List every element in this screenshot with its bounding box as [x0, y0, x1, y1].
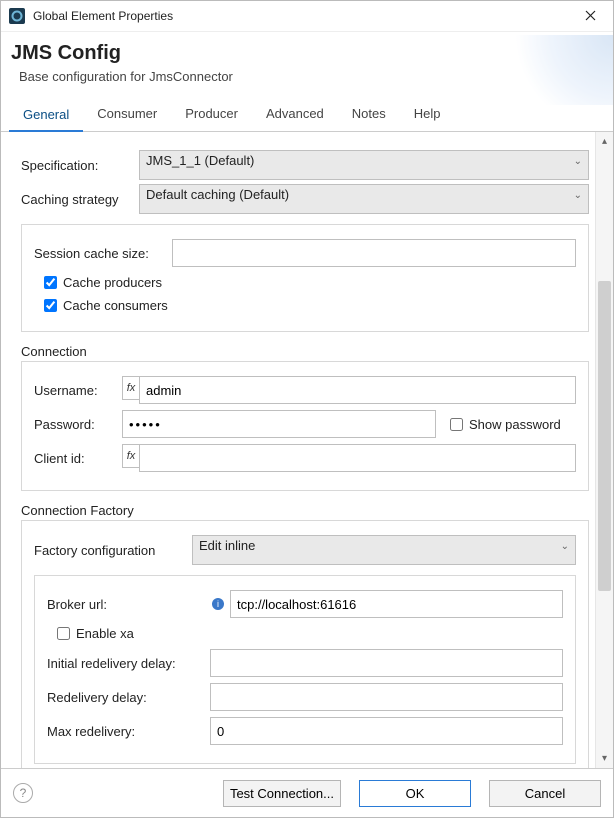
max-redelivery-label: Max redelivery: — [47, 724, 202, 739]
caching-strategy-label: Caching strategy — [21, 192, 131, 207]
session-cache-size-label: Session cache size: — [34, 246, 164, 261]
caching-strategy-select[interactable]: Default caching (Default) ⌄ — [139, 184, 589, 214]
page-title: JMS Config — [11, 42, 603, 65]
password-input[interactable] — [122, 410, 436, 438]
window-title: Global Element Properties — [33, 9, 575, 23]
password-label: Password: — [34, 417, 114, 432]
tab-bar: General Consumer Producer Advanced Notes… — [1, 98, 613, 132]
enable-xa-checkbox[interactable]: Enable xa — [53, 624, 563, 643]
tab-producer[interactable]: Producer — [171, 98, 252, 131]
chevron-down-icon: ⌄ — [574, 190, 582, 201]
broker-url-input[interactable] — [230, 590, 563, 618]
scroll-up-arrow[interactable]: ▴ — [602, 132, 607, 151]
tab-notes[interactable]: Notes — [338, 98, 400, 131]
titlebar: Global Element Properties — [1, 1, 613, 32]
username-label: Username: — [34, 383, 114, 398]
factory-inner-group: Broker url: i Enable xa Initial redelive… — [34, 575, 576, 764]
enable-xa-box[interactable] — [57, 627, 70, 640]
app-icon — [9, 8, 25, 24]
fx-icon[interactable]: fx — [122, 444, 139, 468]
caching-group: Session cache size: Cache producers Cach… — [21, 224, 589, 332]
tab-help[interactable]: Help — [400, 98, 455, 131]
close-icon — [585, 10, 596, 21]
cache-consumers-box[interactable] — [44, 299, 57, 312]
cache-producers-box[interactable] — [44, 276, 57, 289]
show-password-checkbox[interactable]: Show password — [446, 415, 561, 434]
initial-redelivery-label: Initial redelivery delay: — [47, 656, 202, 671]
username-input[interactable] — [139, 376, 576, 404]
fx-icon[interactable]: fx — [122, 376, 139, 400]
header: JMS Config Base configuration for JmsCon… — [1, 32, 613, 98]
connection-legend: Connection — [21, 344, 589, 359]
connection-factory-legend: Connection Factory — [21, 503, 589, 518]
show-password-box[interactable] — [450, 418, 463, 431]
content: Specification: JMS_1_1 (Default) ⌄ Cachi… — [1, 132, 595, 768]
enable-xa-label: Enable xa — [76, 626, 134, 641]
dialog-window: Global Element Properties JMS Config Bas… — [0, 0, 614, 818]
page-subtitle: Base configuration for JmsConnector — [19, 69, 603, 84]
cache-consumers-label: Cache consumers — [63, 298, 168, 313]
info-icon: i — [212, 598, 224, 610]
caching-strategy-value: Default caching (Default) — [146, 187, 289, 202]
max-redelivery-input[interactable] — [210, 717, 563, 745]
factory-config-value: Edit inline — [199, 538, 255, 553]
redelivery-delay-input[interactable] — [210, 683, 563, 711]
tab-general[interactable]: General — [9, 99, 83, 132]
help-icon: ? — [20, 786, 27, 800]
content-area: Specification: JMS_1_1 (Default) ⌄ Cachi… — [1, 132, 613, 768]
vertical-scrollbar[interactable]: ▴ ▾ — [595, 132, 613, 768]
factory-config-label: Factory configuration — [34, 543, 184, 558]
scroll-down-arrow[interactable]: ▾ — [602, 749, 607, 768]
cancel-button[interactable]: Cancel — [489, 780, 601, 807]
tab-advanced[interactable]: Advanced — [252, 98, 338, 131]
specification-label: Specification: — [21, 158, 131, 173]
test-connection-button[interactable]: Test Connection... — [223, 780, 341, 807]
scroll-track[interactable] — [596, 151, 613, 749]
cache-producers-checkbox[interactable]: Cache producers — [40, 273, 576, 292]
client-id-input[interactable] — [139, 444, 576, 472]
specification-value: JMS_1_1 (Default) — [146, 153, 254, 168]
redelivery-delay-label: Redelivery delay: — [47, 690, 202, 705]
connection-factory-group: Factory configuration Edit inline ⌄ Brok… — [21, 520, 589, 768]
chevron-down-icon: ⌄ — [561, 541, 569, 552]
help-button[interactable]: ? — [13, 783, 33, 803]
cache-producers-label: Cache producers — [63, 275, 162, 290]
show-password-label: Show password — [469, 417, 561, 432]
tab-consumer[interactable]: Consumer — [83, 98, 171, 131]
session-cache-size-input[interactable] — [172, 239, 576, 267]
connection-group: Username: fx Password: Show password Cl — [21, 361, 589, 491]
cache-consumers-checkbox[interactable]: Cache consumers — [40, 296, 576, 315]
ok-button[interactable]: OK — [359, 780, 471, 807]
close-button[interactable] — [575, 8, 605, 24]
broker-url-label: Broker url: — [47, 597, 202, 612]
client-id-label: Client id: — [34, 451, 114, 466]
specification-select[interactable]: JMS_1_1 (Default) ⌄ — [139, 150, 589, 180]
scroll-thumb[interactable] — [598, 281, 611, 591]
initial-redelivery-input[interactable] — [210, 649, 563, 677]
factory-config-select[interactable]: Edit inline ⌄ — [192, 535, 576, 565]
footer: ? Test Connection... OK Cancel — [1, 768, 613, 817]
chevron-down-icon: ⌄ — [574, 156, 582, 167]
